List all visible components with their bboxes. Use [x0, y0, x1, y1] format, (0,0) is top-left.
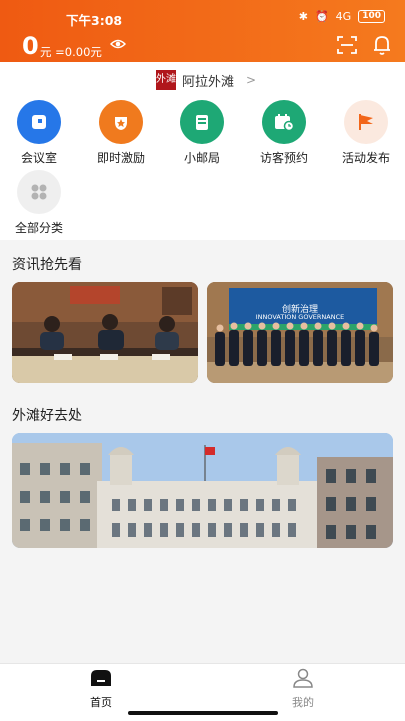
news-section-title: 资讯抢先看 — [12, 257, 82, 273]
bluetooth-icon: ✱ — [298, 10, 308, 23]
feature-label: 会议室 — [20, 151, 57, 165]
user-icon — [293, 668, 313, 688]
spot-card-bund[interactable] — [12, 433, 393, 548]
battery-icon: 100 — [358, 10, 385, 23]
feature-reward[interactable]: 即时激励 — [86, 100, 156, 166]
feature-label: 小邮局 — [183, 151, 220, 165]
signal-icon: 4G — [335, 10, 352, 23]
feature-label: 即时激励 — [96, 151, 145, 165]
location-name: 阿拉外滩 — [182, 74, 235, 90]
location-selector[interactable]: 外滩 阿拉外滩 > — [156, 70, 256, 90]
feature-label: 全部分类 — [14, 221, 63, 235]
eye-icon[interactable] — [110, 38, 126, 50]
feature-visitor-booking[interactable]: 访客预约 — [249, 100, 319, 166]
tab-home-label: 首页 — [90, 696, 112, 709]
feature-all-categories[interactable]: 全部分类 — [4, 170, 74, 236]
home-icon — [91, 670, 111, 686]
alarm-icon: ⏰ — [314, 10, 329, 23]
meeting-room-icon — [17, 100, 61, 144]
balance-value: 0 — [22, 32, 39, 60]
event-publish-icon — [344, 100, 388, 144]
balance-unit: 元 =0.00元 — [40, 45, 102, 59]
post-office-icon — [180, 100, 224, 144]
all-categories-icon — [17, 170, 61, 214]
scan-icon[interactable] — [337, 36, 357, 54]
chevron-right-icon: > — [246, 73, 257, 87]
tab-home[interactable]: 首页 — [51, 668, 151, 710]
feature-post-office[interactable]: 小邮局 — [167, 100, 237, 166]
news-photo-forum — [207, 282, 393, 383]
reward-icon — [99, 100, 143, 144]
status-bar: 下午3:08 ✱ ⏰ 4G 100 — [0, 0, 405, 34]
feature-label: 活动发布 — [341, 151, 390, 165]
feature-meeting-room[interactable]: 会议室 — [4, 100, 74, 166]
status-icons: ✱ ⏰ 4G 100 — [299, 10, 385, 23]
status-time: 下午3:08 — [66, 13, 123, 28]
bell-icon[interactable] — [372, 34, 392, 56]
feature-label: 访客预约 — [259, 151, 308, 165]
news-card-meeting[interactable] — [12, 282, 198, 383]
app-header: 0 元 =0.00元 — [0, 32, 405, 62]
visitor-booking-icon — [262, 100, 306, 144]
banner-title-en: INNOVATION GOVERNANCE — [255, 313, 345, 321]
tab-mine-label: 我的 — [292, 696, 314, 709]
home-indicator — [128, 711, 278, 715]
tab-mine[interactable]: 我的 — [253, 668, 353, 710]
location-logo: 外滩 — [156, 70, 176, 90]
bund-building-photo — [12, 433, 393, 548]
feature-event-publish[interactable]: 活动发布 — [331, 100, 401, 166]
news-card-forum[interactable]: 创新治理 INNOVATION GOVERNANCE — [207, 282, 393, 383]
spots-section-title: 外滩好去处 — [12, 408, 82, 424]
news-photo-meeting — [12, 282, 198, 383]
